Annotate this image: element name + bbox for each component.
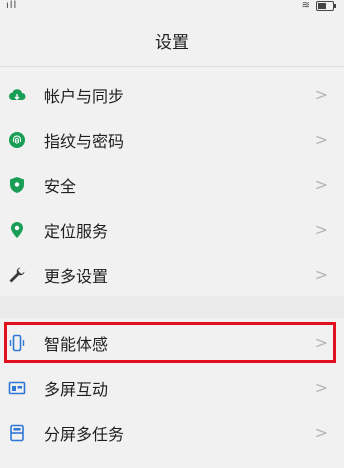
signal-icon: ıll — [6, 0, 18, 11]
settings-item-label: 多屏互动 — [44, 379, 109, 399]
settings-group-2: 智能体感 > 多屏互动 > 分屏多任务 > — [0, 320, 344, 455]
multiscreen-icon — [8, 379, 26, 397]
chevron-right-icon: > — [314, 85, 328, 104]
chevron-right-icon: > — [314, 130, 328, 149]
settings-item-more-settings[interactable]: 更多设置 > — [0, 252, 344, 297]
settings-item-label: 安全 — [44, 176, 77, 196]
split-screen-icon — [8, 424, 26, 442]
status-bar: ıll ≋ — [0, 0, 344, 14]
settings-item-security[interactable]: 安全 > — [0, 162, 344, 207]
page-title: 设置 — [155, 33, 189, 53]
settings-group-1: 帐户与同步 > 指纹与密码 > 安全 > 定位服务 > 更多设置 > — [0, 72, 344, 297]
settings-item-smart-motion[interactable]: 智能体感 > — [0, 320, 344, 365]
settings-item-label: 帐户与同步 — [44, 86, 125, 106]
chevron-right-icon: > — [314, 175, 328, 194]
settings-item-fingerprint-password[interactable]: 指纹与密码 > — [0, 117, 344, 162]
group-separator — [0, 296, 344, 318]
settings-item-label: 智能体感 — [44, 334, 109, 354]
chevron-right-icon: > — [314, 265, 328, 284]
chevron-right-icon: > — [314, 333, 328, 352]
phone-motion-icon — [8, 334, 26, 352]
settings-item-label: 分屏多任务 — [44, 424, 125, 444]
chevron-right-icon: > — [314, 423, 328, 442]
settings-item-label: 定位服务 — [44, 221, 109, 241]
title-divider — [0, 66, 344, 67]
wifi-icon: ≋ — [301, 0, 310, 11]
settings-item-location[interactable]: 定位服务 > — [0, 207, 344, 252]
chevron-right-icon: > — [314, 220, 328, 239]
settings-item-label: 指纹与密码 — [44, 131, 125, 151]
location-pin-icon — [8, 221, 26, 239]
wrench-icon — [8, 266, 26, 284]
chevron-right-icon: > — [314, 378, 328, 397]
battery-icon — [316, 0, 336, 11]
fingerprint-icon — [8, 131, 26, 149]
settings-item-label: 更多设置 — [44, 266, 109, 286]
settings-item-account-sync[interactable]: 帐户与同步 > — [0, 72, 344, 117]
cloud-icon — [8, 86, 26, 104]
settings-item-multiscreen[interactable]: 多屏互动 > — [0, 365, 344, 410]
shield-icon — [8, 176, 26, 194]
settings-item-split-screen[interactable]: 分屏多任务 > — [0, 410, 344, 455]
battery-level — [318, 2, 326, 9]
